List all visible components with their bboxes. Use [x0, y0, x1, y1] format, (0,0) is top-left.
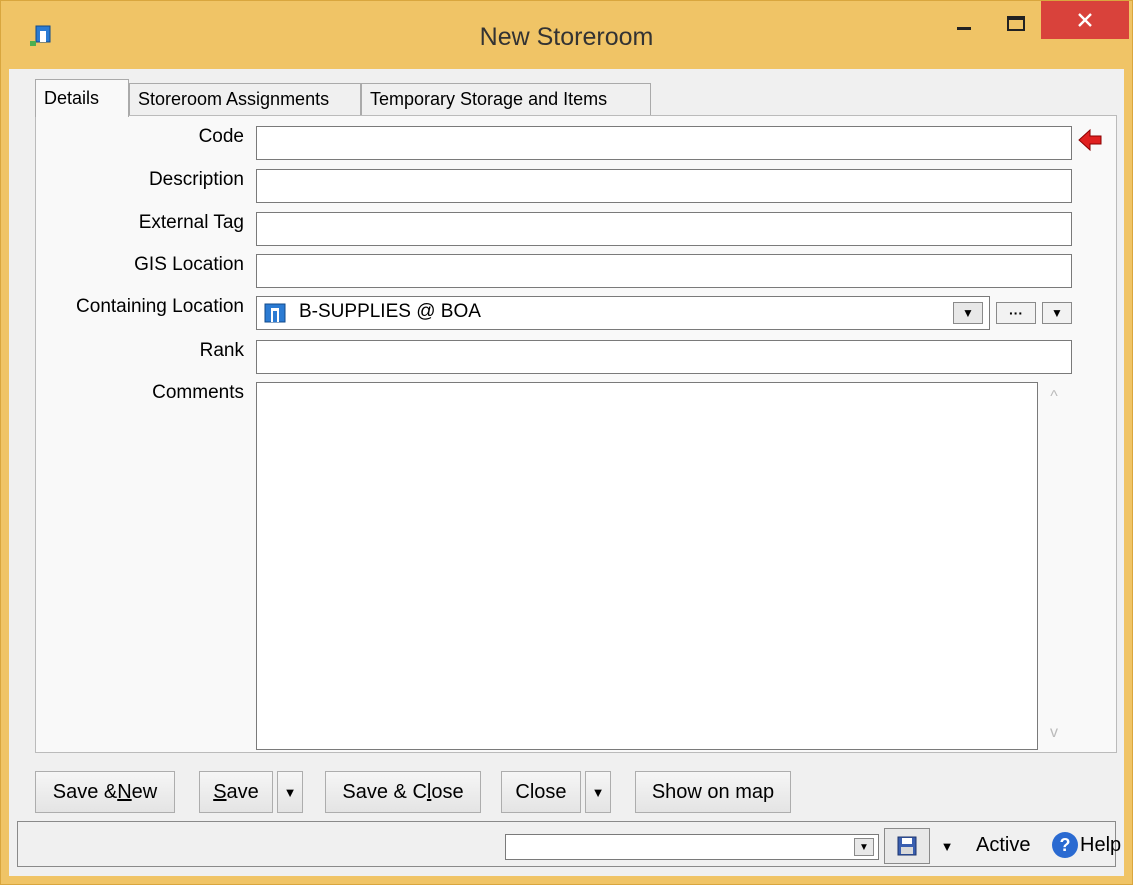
help-label: Help [1080, 833, 1122, 856]
save-and-close-button[interactable]: Save & Cl ose [325, 771, 481, 813]
save-button[interactable]: Save [199, 771, 273, 813]
close-button[interactable]: Close [501, 771, 581, 813]
close-icon[interactable] [1041, 1, 1129, 39]
status-combo[interactable]: ▼ [505, 834, 879, 860]
save-options-chevron-icon[interactable]: ▼ [934, 828, 960, 864]
minimize-icon[interactable] [941, 1, 987, 47]
save-disk-icon[interactable] [884, 828, 930, 864]
required-arrow-icon [1078, 128, 1102, 152]
save-and-close-label-end: ose [431, 780, 464, 803]
gis-location-label: GIS Location [134, 254, 244, 275]
scroll-down-icon[interactable]: v [1044, 724, 1064, 742]
code-label: Code [198, 126, 244, 147]
status-bar: ▼ ▼ Active ? Help [17, 821, 1121, 867]
help-link[interactable]: ? Help [1052, 832, 1121, 858]
close-options-dropdown-icon[interactable]: ▼ [585, 771, 611, 813]
containing-location-value: B-SUPPLIES @ BOA [299, 301, 481, 322]
code-field[interactable] [256, 126, 1072, 160]
description-field[interactable] [256, 169, 1072, 203]
external-tag-field[interactable] [256, 212, 1072, 246]
save-and-new-accel: N [117, 780, 132, 803]
comments-label: Comments [152, 382, 244, 403]
details-panel: Code Description External Tag GIS Locati… [35, 115, 1117, 753]
location-icon [264, 303, 286, 323]
gis-location-field[interactable] [256, 254, 1072, 288]
scroll-up-icon[interactable]: ^ [1044, 388, 1064, 406]
filter-dropdown-icon[interactable]: ▼ [953, 302, 983, 324]
containing-location-label: Containing Location [76, 296, 244, 317]
tab-temporary-storage-and-items[interactable]: Temporary Storage and Items [361, 83, 651, 115]
description-label: Description [148, 169, 244, 190]
save-options-dropdown-icon[interactable]: ▼ [277, 771, 303, 813]
chevron-down-icon[interactable]: ▼ [1042, 302, 1072, 324]
chevron-down-icon[interactable]: ▼ [854, 838, 874, 856]
tab-storeroom-assignments[interactable]: Storeroom Assignments [129, 83, 361, 115]
status-text: Active [976, 834, 1031, 856]
show-on-map-button[interactable]: Show on map [635, 771, 791, 813]
save-and-new-label-end: ew [131, 780, 158, 803]
maximize-icon[interactable] [993, 1, 1039, 47]
rank-field[interactable] [256, 340, 1072, 374]
save-and-new-button[interactable]: Save & New [35, 771, 175, 813]
save-and-close-label-start: Save & C [342, 780, 427, 803]
help-icon: ? [1052, 832, 1078, 858]
external-tag-label: External Tag [138, 212, 244, 233]
save-and-new-label-start: Save & [52, 780, 118, 803]
title-bar[interactable]: New Storeroom [1, 1, 1132, 69]
comments-textarea[interactable] [256, 382, 1038, 750]
rank-label: Rank [199, 340, 244, 361]
browse-location-button[interactable]: ··· [996, 302, 1036, 324]
tab-details[interactable]: Details [35, 79, 129, 117]
window-client-area: Details Storeroom Assignments Temporary … [9, 69, 1124, 876]
save-accel: S [213, 780, 227, 803]
containing-location-combo[interactable]: B-SUPPLIES @ BOA ▼ [256, 296, 990, 330]
storeroom-window: New Storeroom Details Storeroom Assignme… [0, 0, 1133, 885]
save-label-end: ave [226, 780, 259, 803]
